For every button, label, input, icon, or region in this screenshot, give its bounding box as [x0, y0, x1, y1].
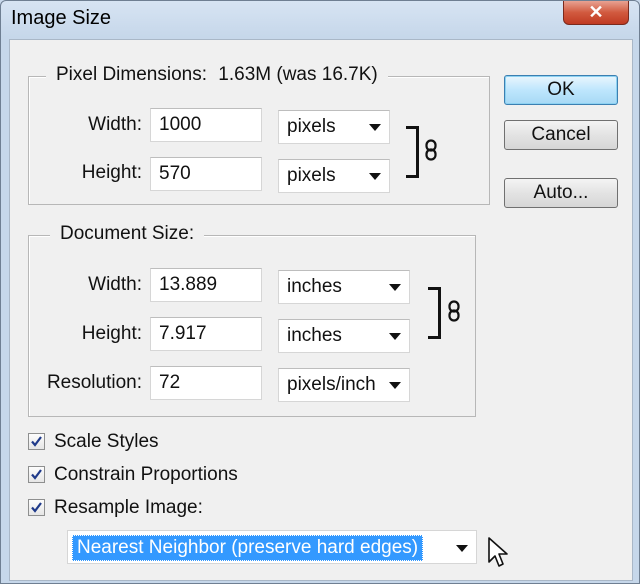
resample-method-select[interactable]: Nearest Neighbor (preserve hard edges) [67, 530, 477, 564]
pixel-width-unit: pixels [287, 116, 336, 137]
doc-height-unit: inches [287, 325, 342, 346]
pixel-width-unit-select[interactable]: pixels [278, 110, 390, 144]
doc-height-input[interactable]: 7.917 [150, 317, 262, 351]
pixel-width-input[interactable]: 1000 [150, 108, 262, 142]
doc-width-unit: inches [287, 276, 342, 297]
checkmark-icon [31, 469, 42, 480]
pixel-height-input[interactable]: 570 [150, 157, 262, 191]
pixel-width-label: Width: [88, 114, 142, 135]
chain-link-icon [425, 139, 437, 161]
cancel-button[interactable]: Cancel [504, 120, 618, 150]
constrain-proportions-label: Constrain Proportions [54, 464, 238, 485]
dialog-title: Image Size [11, 7, 112, 29]
chain-link-icon [448, 300, 460, 322]
scale-styles-label: Scale Styles [54, 431, 159, 452]
resolution-input[interactable]: 72 [150, 366, 262, 400]
doc-width-input[interactable]: 13.889 [150, 268, 262, 302]
checkmark-icon [31, 502, 42, 513]
chevron-down-icon [369, 173, 381, 180]
dialog-body: Pixel Dimensions: 1.63M (was 16.7K) Widt… [9, 39, 633, 581]
pixel-dimensions-size: 1.63M (was 16.7K) [218, 64, 378, 85]
doc-width-unit-select[interactable]: inches [278, 270, 410, 304]
doc-width-label: Width: [88, 274, 142, 295]
resolution-label: Resolution: [46, 372, 142, 393]
ok-button[interactable]: OK [504, 75, 618, 105]
pixel-height-label: Height: [81, 162, 142, 183]
title-bar: Image Size ✕ [1, 1, 639, 37]
chevron-down-icon [456, 545, 468, 552]
image-size-dialog: Image Size ✕ Pixel Dimensions: 1.63M (wa… [0, 0, 640, 584]
pixel-height-unit: pixels [287, 165, 336, 186]
resolution-unit: pixels/inch [287, 374, 376, 395]
chevron-down-icon [389, 382, 401, 389]
pixel-dimensions-legend: Pixel Dimensions: 1.63M (was 16.7K) [46, 64, 388, 86]
chevron-down-icon [389, 333, 401, 340]
close-button[interactable]: ✕ [563, 1, 629, 25]
checkmark-icon [31, 436, 42, 447]
constrain-bracket [428, 287, 441, 339]
scale-styles-checkbox[interactable] [28, 433, 45, 450]
auto-button[interactable]: Auto... [504, 178, 618, 208]
resolution-unit-select[interactable]: pixels/inch [278, 368, 410, 402]
chevron-down-icon [389, 284, 401, 291]
resample-image-checkbox[interactable] [28, 499, 45, 516]
doc-height-label: Height: [81, 323, 142, 344]
resample-method-value: Nearest Neighbor (preserve hard edges) [72, 535, 424, 561]
constrain-proportions-checkbox[interactable] [28, 466, 45, 483]
doc-height-unit-select[interactable]: inches [278, 319, 410, 353]
pixel-dimensions-title: Pixel Dimensions: [56, 64, 207, 85]
constrain-bracket [406, 126, 419, 178]
resample-image-label: Resample Image: [54, 497, 203, 518]
chevron-down-icon [369, 124, 381, 131]
mouse-pointer-icon [488, 537, 508, 567]
document-size-legend: Document Size: [50, 223, 205, 245]
pixel-height-unit-select[interactable]: pixels [278, 159, 390, 193]
